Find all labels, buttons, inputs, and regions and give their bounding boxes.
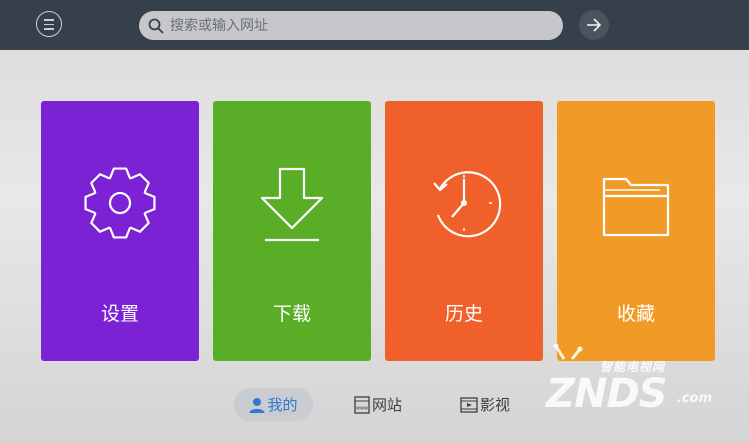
tab-websites[interactable]: www 网站 (348, 388, 408, 421)
top-bar (0, 0, 749, 50)
menu-line (44, 23, 54, 25)
znds-watermark: 智能电视网 ZNDS .com (538, 343, 748, 443)
gear-icon (84, 167, 156, 239)
tile-label: 下载 (272, 303, 311, 325)
watermark-logo: ZNDS (546, 371, 667, 417)
tile-label: 历史 (444, 303, 483, 325)
menu-line (44, 19, 54, 21)
tab-label: 我的 (267, 396, 298, 414)
tile-label: 设置 (100, 303, 139, 325)
search-icon (148, 18, 164, 34)
svg-text:www: www (356, 405, 368, 411)
tile-favorites[interactable]: 收藏 (557, 101, 715, 361)
menu-line (44, 28, 54, 30)
download-arrow-icon (260, 167, 324, 242)
web-page-icon: www (354, 395, 370, 414)
folder-icon (602, 177, 670, 237)
tab-label: 网站 (371, 396, 402, 414)
tab-label: 影视 (479, 396, 510, 414)
search-bar[interactable] (139, 11, 563, 40)
clock-history-icon (433, 171, 502, 238)
tab-mine[interactable]: 我的 (234, 388, 313, 421)
tile-label: 收藏 (616, 303, 655, 325)
search-input[interactable] (170, 15, 550, 36)
menu-button[interactable] (36, 11, 62, 37)
tile-history[interactable]: 历史 (385, 101, 543, 361)
person-icon (249, 397, 265, 413)
tile-settings[interactable]: 设置 (41, 101, 199, 361)
tab-video[interactable]: 影视 (456, 388, 514, 421)
arrow-right-icon (587, 18, 602, 32)
film-icon (460, 396, 478, 413)
go-button[interactable] (579, 10, 609, 40)
tile-download[interactable]: 下载 (213, 101, 371, 361)
watermark-domain: .com (677, 391, 713, 406)
